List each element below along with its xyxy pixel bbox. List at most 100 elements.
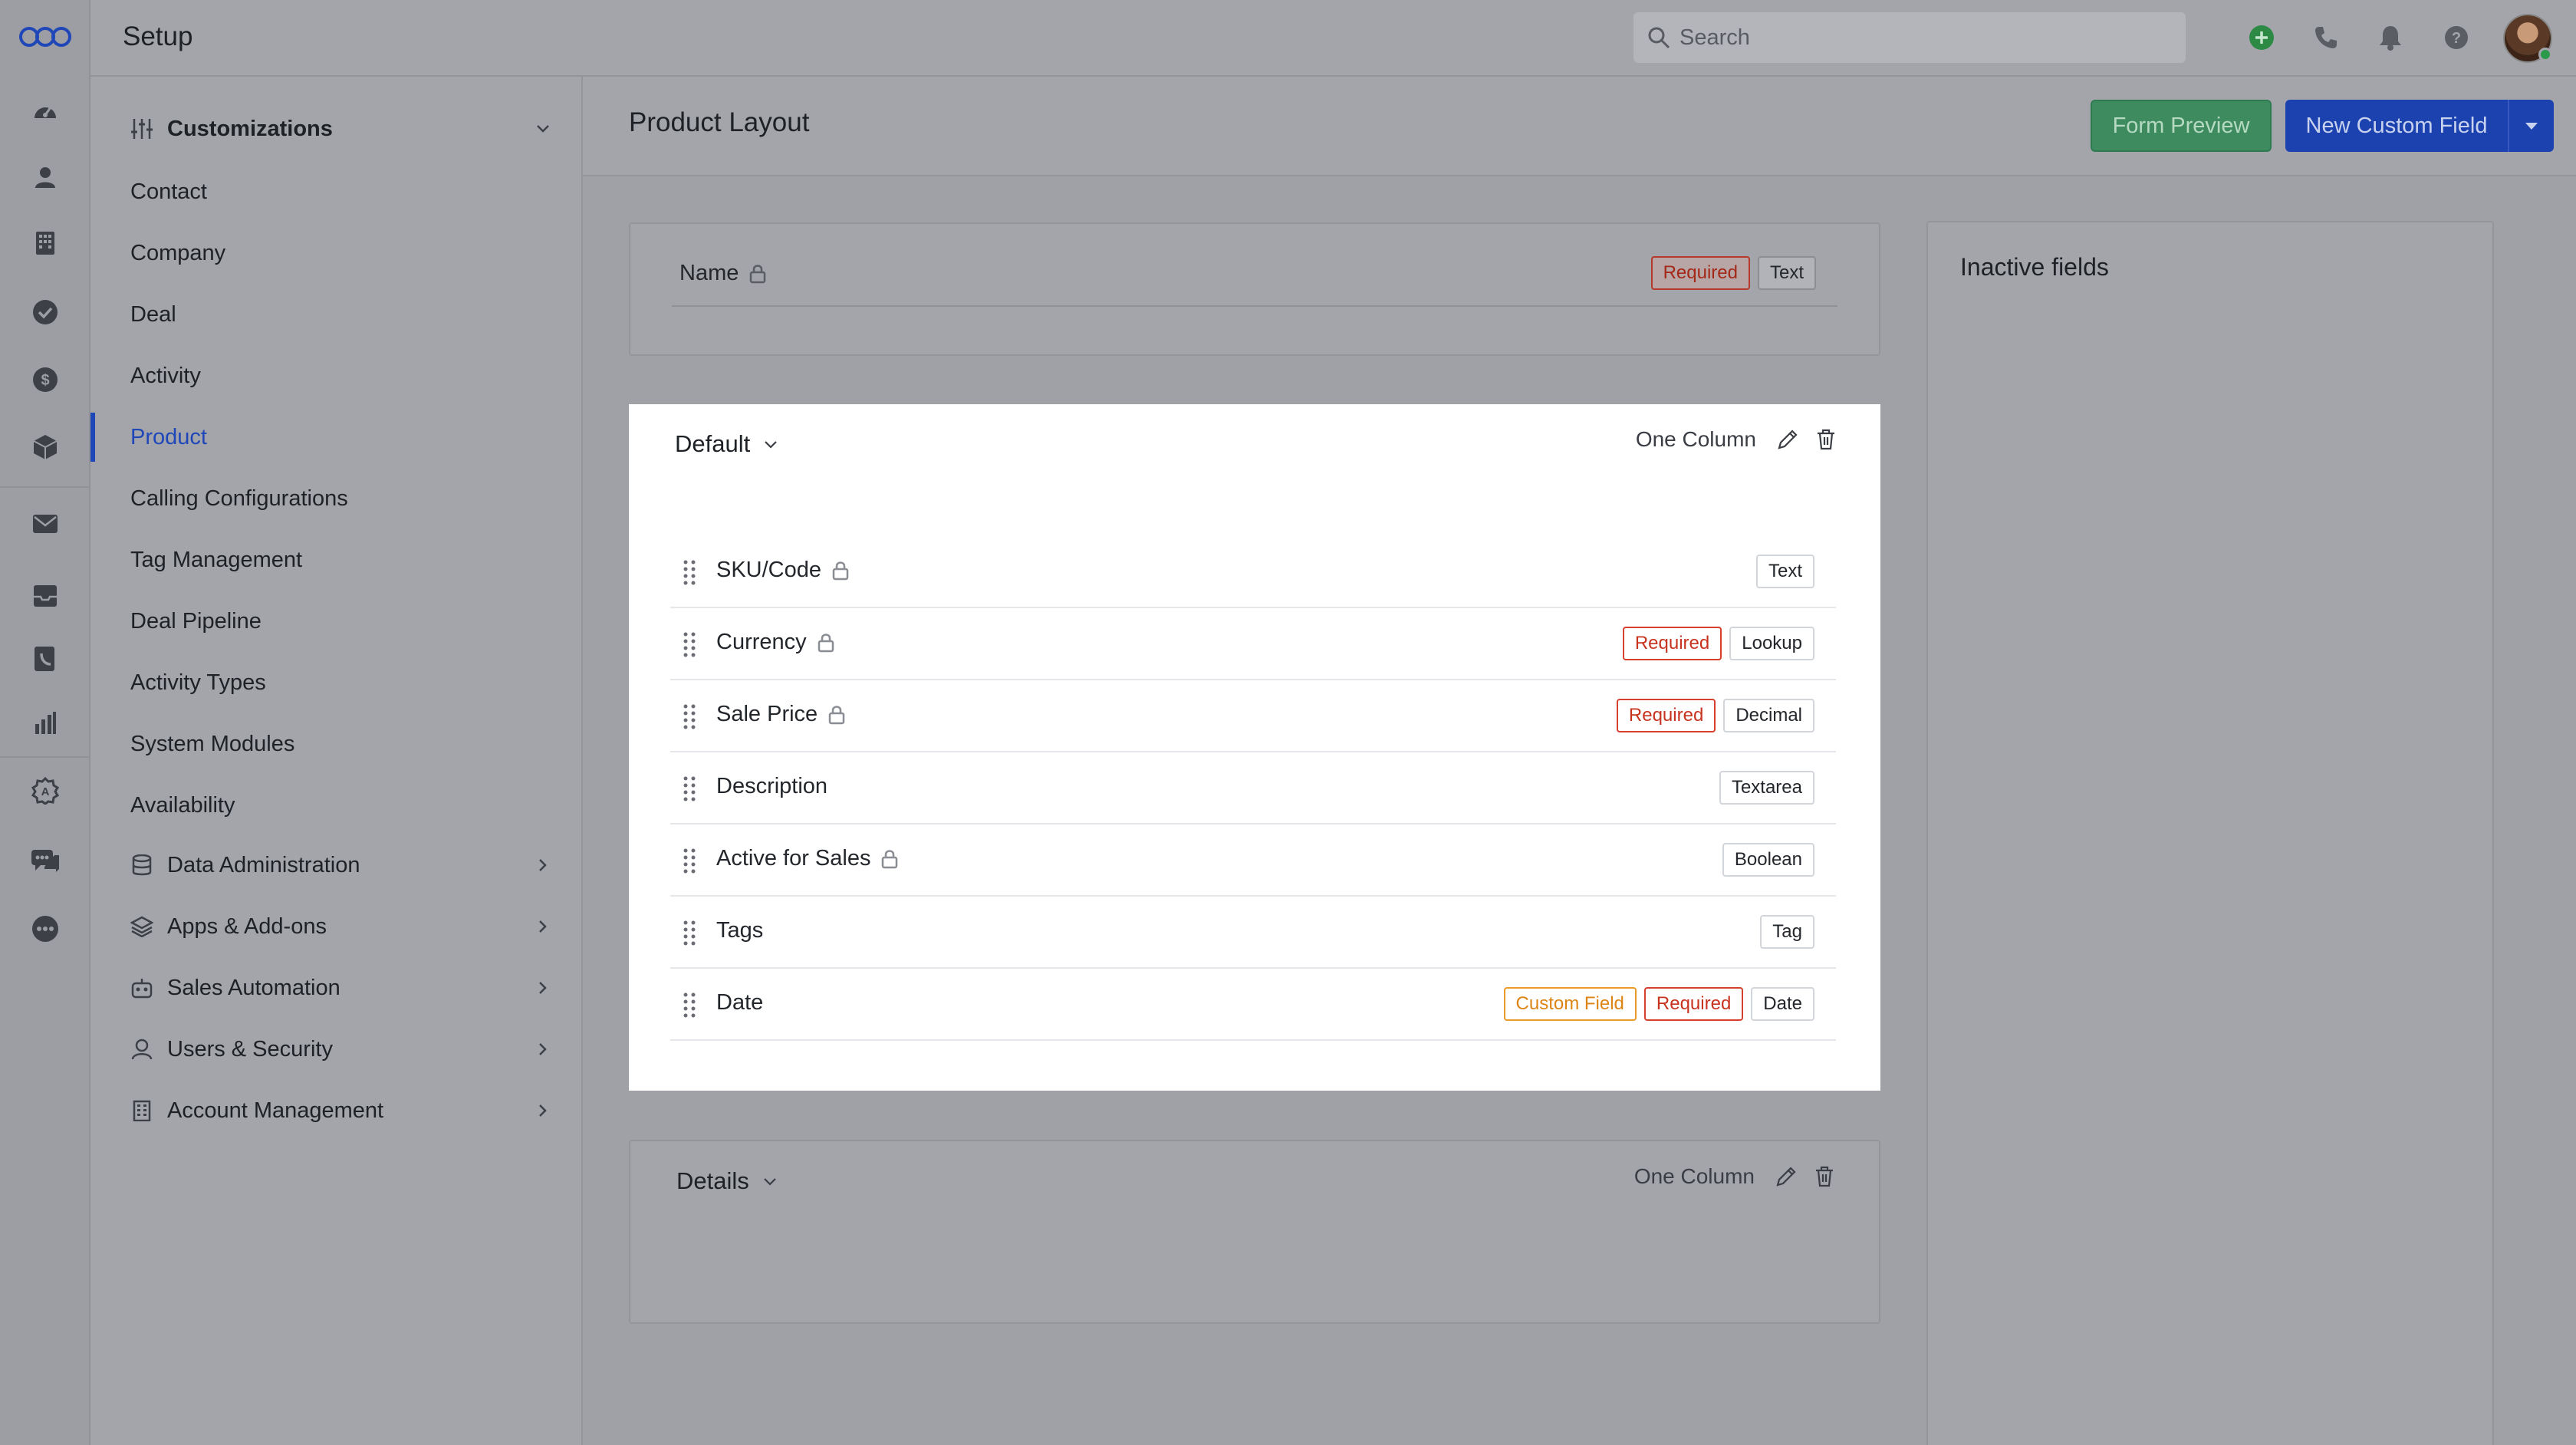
field-row-tags[interactable]: Tags Tag [670,897,1836,969]
field-label: Description [716,774,828,798]
app-logo-icon[interactable] [18,21,72,52]
sidebar-item-activity[interactable]: Activity [130,353,560,399]
sidebar-group-apps-addons[interactable]: Apps & Add-ons [130,904,560,950]
user-avatar[interactable] [2503,14,2552,63]
drag-handle-icon[interactable] [683,992,696,1018]
page-title: Product Layout [629,107,810,137]
type-badge: Boolean [1722,843,1814,877]
sidebar-group-label: Apps & Add-ons [167,913,327,939]
sidebar-item-deal[interactable]: Deal [130,291,560,337]
sidebar-group-sales-automation[interactable]: Sales Automation [130,965,560,1011]
sidebar-item-company[interactable]: Company [130,230,560,276]
add-icon[interactable] [2245,21,2278,54]
sidebar-item-activity-types[interactable]: Activity Types [130,660,560,706]
online-status-dot [2538,48,2552,61]
field-row-sale-price[interactable]: Sale Price Required Decimal [670,680,1836,752]
sidebar-group-customizations[interactable]: Customizations [130,106,560,152]
sidebar-group-label: Sales Automation [167,975,341,1000]
section-title[interactable]: Default [675,430,779,458]
products-icon[interactable] [29,431,61,463]
chevron-right-icon [539,1104,547,1117]
form-preview-button[interactable]: Form Preview [2091,100,2272,152]
field-row-sku[interactable]: SKU/Code Text [670,536,1836,608]
sidebar-item-product[interactable]: Product [130,414,560,460]
sidebar-group-data-administration[interactable]: Data Administration [130,842,560,888]
field-row-active-for-sales[interactable]: Active for Sales Boolean [670,825,1836,897]
sidebar-item-tag-management[interactable]: Tag Management [130,537,560,583]
field-label: Active for Sales [716,846,871,871]
settings-icon[interactable]: A [29,775,61,807]
pencil-icon[interactable] [1776,428,1799,451]
field-label: SKU/Code [716,558,822,582]
name-field-card: Name Required Text [629,222,1880,356]
field-row-currency[interactable]: Currency Required Lookup [670,608,1836,680]
chevron-right-icon [539,859,547,871]
drag-handle-icon[interactable] [683,631,696,657]
name-field-row[interactable]: Name Required Text [672,249,1837,307]
drag-handle-icon[interactable] [683,848,696,874]
sidebar-item-availability[interactable]: Availability [130,782,560,828]
sidebar-item-deal-pipeline[interactable]: Deal Pipeline [130,598,560,644]
drag-handle-icon[interactable] [683,559,696,585]
required-badge: Required [1643,987,1744,1021]
type-badge: Decimal [1723,699,1814,732]
trash-icon[interactable] [1814,428,1837,451]
settings-sidebar: Customizations Contact Company Deal Acti… [90,77,583,1445]
sidebar-group-label: Account Management [167,1098,384,1123]
sidebar-item-contact[interactable]: Contact [130,169,560,215]
lock-icon [882,849,898,868]
trash-icon[interactable] [1813,1165,1836,1188]
dashboard-icon[interactable] [29,95,61,127]
tasks-icon[interactable] [29,296,61,328]
sidebar-group-users-security[interactable]: Users & Security [130,1026,560,1072]
chat-icon[interactable] [29,845,61,877]
drag-handle-icon[interactable] [683,703,696,729]
type-badge: Lookup [1729,627,1814,660]
search-input[interactable]: Search [1633,12,2186,63]
new-custom-field-dropdown[interactable] [2508,100,2554,152]
deals-icon[interactable]: $ [29,364,61,396]
rail-divider [0,486,90,488]
layers-icon [130,915,153,938]
sidebar-item-system-modules[interactable]: System Modules [130,721,560,767]
sidebar-group-account-management[interactable]: Account Management [130,1088,560,1134]
company-icon[interactable] [29,227,61,259]
inbox-icon[interactable] [29,580,61,612]
drag-handle-icon[interactable] [683,920,696,946]
field-label: Currency [716,630,807,654]
inactive-fields-title: Inactive fields [1960,253,2109,281]
chevron-down-icon [763,1178,776,1186]
search-icon [1648,27,1670,49]
search-placeholder: Search [1679,25,1750,50]
lock-icon [818,633,834,652]
type-badge: Tag [1760,915,1814,949]
lock-icon [750,264,766,283]
bell-icon[interactable] [2374,21,2407,54]
sidebar-group-label: Customizations [167,116,333,141]
reports-icon[interactable] [29,707,61,739]
active-indicator [90,413,95,462]
phone-icon[interactable] [2310,21,2342,54]
help-icon[interactable]: ? [2440,21,2472,54]
sidebar-item-calling-configurations[interactable]: Calling Configurations [130,476,560,522]
chevron-right-icon [539,982,547,994]
section-actions: One Column [1634,1164,1836,1189]
field-row-description[interactable]: Description Textarea [670,752,1836,825]
page-header: Product Layout Form Preview New Custom F… [583,77,2576,176]
phone-book-icon[interactable] [29,643,61,675]
section-title-text: Details [676,1167,749,1194]
section-title[interactable]: Details [676,1167,778,1195]
field-label: Name [679,261,739,285]
type-badge: Text [1757,256,1816,290]
top-bar: Setup Search ? [90,0,2576,77]
chevron-down-icon [765,441,778,449]
mail-icon[interactable] [29,508,61,540]
drag-handle-icon[interactable] [683,775,696,801]
field-row-date[interactable]: Date Custom Field Required Date [670,969,1836,1041]
lock-icon [832,561,849,580]
pencil-icon[interactable] [1775,1165,1798,1188]
contacts-icon[interactable] [29,161,61,193]
more-icon[interactable] [29,913,61,945]
new-custom-field-button[interactable]: New Custom Field [2285,100,2508,152]
field-label: Tags [716,918,764,943]
